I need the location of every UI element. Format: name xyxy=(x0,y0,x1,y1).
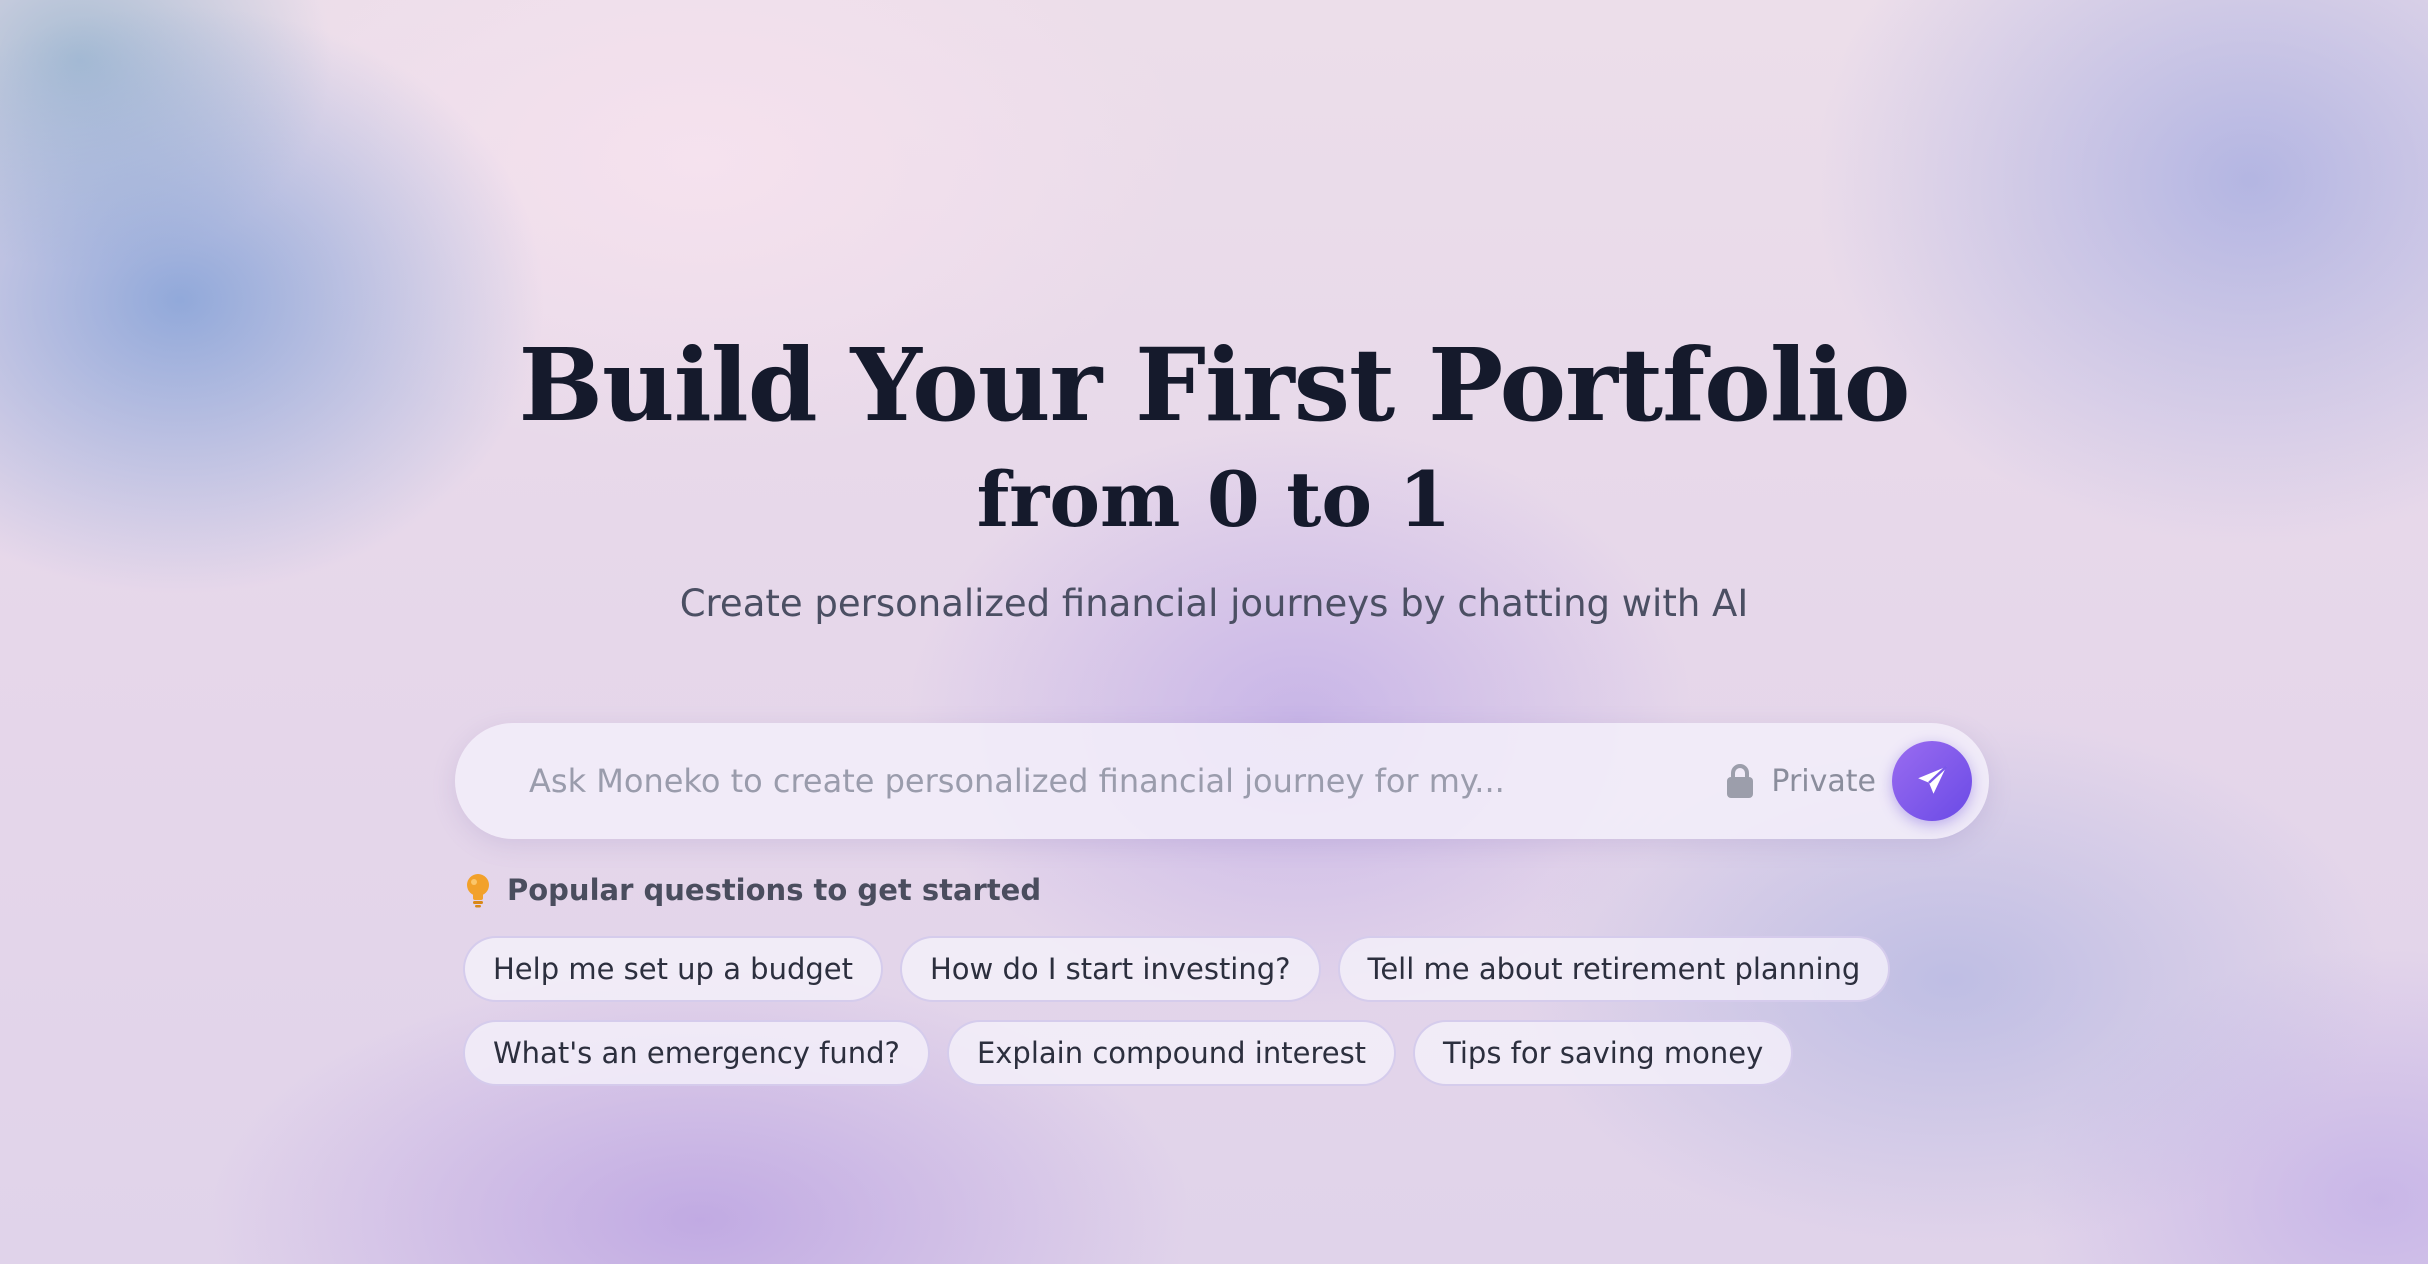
popular-heading-label: Popular questions to get started xyxy=(507,873,1042,907)
lock-icon xyxy=(1727,764,1754,798)
chat-input[interactable] xyxy=(455,722,1726,840)
page-subtitle: from 0 to 1 xyxy=(976,455,1452,544)
private-toggle[interactable]: Private xyxy=(1725,762,1876,800)
private-label: Private xyxy=(1771,763,1876,799)
hero-section: Build Your First Portfolio from 0 to 1 C… xyxy=(0,320,2428,628)
lightbulb-icon xyxy=(467,874,489,908)
page-title: Build Your First Portfolio xyxy=(518,326,1911,444)
popular-heading: Popular questions to get started xyxy=(463,870,1983,910)
send-button[interactable] xyxy=(1892,741,1972,821)
chips-row-2: What's an emergency fund? Explain compou… xyxy=(463,1020,1983,1086)
suggestion-chip[interactable]: How do I start investing? xyxy=(900,936,1321,1002)
suggestion-chip[interactable]: What's an emergency fund? xyxy=(463,1020,930,1086)
send-icon xyxy=(1918,765,1948,794)
suggestion-chip[interactable]: Explain compound interest xyxy=(946,1020,1397,1086)
chips-row-1: Help me set up a budget How do I start i… xyxy=(463,936,1983,1002)
suggestion-chip[interactable]: Tips for saving money xyxy=(1413,1020,1794,1086)
tagline: Create personalized financial journeys b… xyxy=(679,582,1749,625)
suggestion-chip[interactable]: Tell me about retirement planning xyxy=(1337,936,1891,1002)
chat-input-bar: Private xyxy=(455,722,1989,840)
popular-questions: Popular questions to get started Help me… xyxy=(463,870,1983,1086)
suggestion-chip[interactable]: Help me set up a budget xyxy=(463,936,883,1002)
